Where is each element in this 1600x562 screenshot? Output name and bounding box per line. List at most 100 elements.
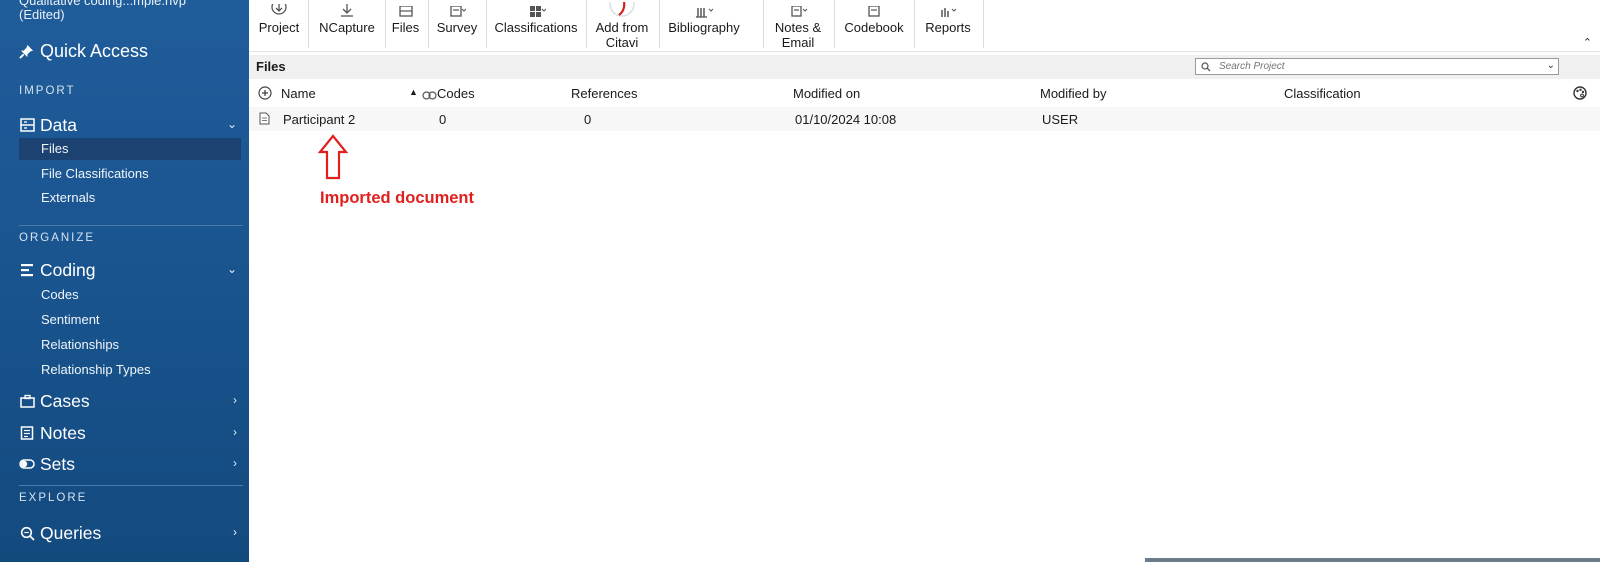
ribbon-notes-email-button[interactable]: Notes & Email [765, 0, 831, 51]
sets-icon [19, 456, 35, 472]
column-header-classification[interactable]: Classification [1284, 86, 1361, 101]
citavi-icon [609, 2, 635, 17]
chevron-right-icon[interactable]: › [233, 456, 237, 470]
coding-icon [19, 262, 35, 278]
nav-group-sets-label: Sets [40, 453, 76, 474]
ribbon-classifications-button[interactable]: Classifications [489, 0, 583, 51]
column-header-codes[interactable]: Codes [437, 86, 475, 101]
pin-icon [19, 44, 34, 59]
ribbon-classifications-label: Classifications [494, 20, 578, 35]
ribbon-survey-label: Survey [436, 20, 478, 35]
section-organize: ORGANIZE [19, 232, 96, 244]
divider [19, 485, 243, 486]
ribbon-separator [983, 0, 984, 48]
survey-icon [450, 6, 466, 17]
search-input[interactable] [1219, 61, 1519, 72]
ribbon-codebook-button[interactable]: Codebook [838, 0, 910, 51]
cell-codes: 0 [439, 112, 447, 127]
sidebar-item-relationships[interactable]: Relationships [19, 334, 241, 356]
ribbon-notes-email-label-2: Email [781, 35, 815, 50]
ribbon-reports-button[interactable]: Reports [916, 0, 980, 51]
cell-modified-by: USER [1042, 112, 1079, 127]
notes-icon [19, 425, 35, 441]
nav-group-sets[interactable]: Sets › [19, 453, 243, 475]
navigation-sidebar: Qualitative coding...mple.nvp (Edited) Q… [0, 0, 249, 562]
ribbon-separator [308, 0, 309, 48]
chevron-down-icon[interactable]: ⌄ [227, 262, 237, 276]
files-panel-title: Files [256, 59, 286, 74]
ribbon-codebook-label: Codebook [844, 20, 904, 35]
nav-group-notes[interactable]: Notes › [19, 422, 243, 444]
palette-icon[interactable] [1573, 86, 1587, 103]
bibliography-icon [696, 8, 714, 18]
ribbon-separator [659, 0, 660, 48]
add-column-icon[interactable] [258, 86, 272, 103]
collapse-ribbon-icon[interactable]: ⌃ [1583, 36, 1592, 49]
chevron-right-icon[interactable]: › [233, 425, 237, 439]
nav-group-coding[interactable]: Coding ⌄ [19, 259, 243, 281]
annotation-label: Imported document [320, 189, 475, 207]
ribbon-files-button[interactable]: Files [387, 0, 424, 51]
sidebar-item-files[interactable]: Files [19, 138, 241, 160]
ribbon-project-button[interactable]: Project [255, 0, 303, 51]
cell-name[interactable]: Participant 2 [283, 112, 355, 127]
ribbon-separator [834, 0, 835, 48]
data-icon [19, 117, 35, 133]
nav-group-cases-label: Cases [40, 390, 90, 411]
link-icon[interactable] [422, 88, 437, 103]
column-header-modified-on[interactable]: Modified on [793, 86, 860, 101]
reports-icon [941, 8, 957, 17]
column-header-modified-by[interactable]: Modified by [1040, 86, 1106, 101]
ribbon-project-label: Project [258, 20, 300, 35]
ribbon-toolbar: Project NCapture Files Survey Classifica… [249, 0, 1600, 52]
nav-group-queries[interactable]: Queries › [19, 522, 243, 544]
classifications-icon [530, 6, 546, 17]
notes-email-icon [791, 6, 808, 17]
sort-ascending-icon[interactable]: ▲ [409, 87, 418, 97]
nav-group-data[interactable]: Data ⌄ [19, 114, 243, 136]
sidebar-item-relationship-types[interactable]: Relationship Types [19, 359, 241, 381]
sidebar-item-externals[interactable]: Externals [19, 187, 241, 209]
column-header-references[interactable]: References [571, 86, 637, 101]
ribbon-reports-label: Reports [925, 20, 971, 35]
ncapture-icon [341, 4, 353, 17]
ribbon-add-from-citavi-label-2: Citavi [605, 35, 639, 50]
document-icon [259, 112, 270, 128]
files-panel-header: Files ⌄ [249, 55, 1600, 79]
annotation-up-arrow-icon [318, 134, 348, 180]
chevron-down-icon[interactable]: ⌄ [1547, 60, 1555, 71]
sidebar-item-codes[interactable]: Codes [19, 284, 241, 306]
column-header-name[interactable]: Name [281, 86, 316, 101]
ribbon-separator [763, 0, 764, 48]
sidebar-item-sentiment[interactable]: Sentiment [19, 309, 241, 331]
chevron-down-icon[interactable]: ⌄ [227, 117, 237, 131]
nav-group-cases[interactable]: Cases › [19, 390, 243, 412]
ribbon-add-from-citavi-button[interactable]: Add from Citavi [589, 0, 655, 51]
ribbon-ncapture-button[interactable]: NCapture [314, 0, 380, 51]
briefcase-icon [19, 393, 35, 409]
files-table-header: Name ▲ Codes References Modified on Modi… [249, 83, 1600, 105]
section-import: IMPORT [19, 85, 76, 97]
ribbon-separator [586, 0, 587, 48]
project-icon [271, 4, 287, 15]
nav-group-coding-label: Coding [40, 259, 96, 280]
quick-access[interactable]: Quick Access [19, 40, 148, 62]
ribbon-separator [428, 0, 429, 48]
ribbon-bibliography-button[interactable]: Bibliography [661, 0, 747, 51]
nav-group-notes-label: Notes [40, 422, 86, 443]
search-icon [1201, 61, 1211, 72]
ribbon-separator [486, 0, 487, 48]
ribbon-separator [914, 0, 915, 48]
ribbon-survey-button[interactable]: Survey [432, 0, 482, 51]
chevron-right-icon[interactable]: › [233, 525, 237, 539]
table-row[interactable]: Participant 2 0 0 01/10/2024 10:08 USER [249, 107, 1600, 131]
sidebar-item-file-classifications[interactable]: File Classifications [19, 163, 241, 185]
chevron-right-icon[interactable]: › [233, 393, 237, 407]
divider [19, 225, 243, 226]
ribbon-files-label: Files [391, 20, 420, 35]
search-project-box[interactable]: ⌄ [1195, 58, 1559, 75]
nav-group-queries-label: Queries [40, 522, 102, 543]
ribbon-ncapture-label: NCapture [319, 20, 375, 35]
taskbar-edge [1145, 558, 1600, 562]
nav-group-data-label: Data [40, 114, 77, 135]
